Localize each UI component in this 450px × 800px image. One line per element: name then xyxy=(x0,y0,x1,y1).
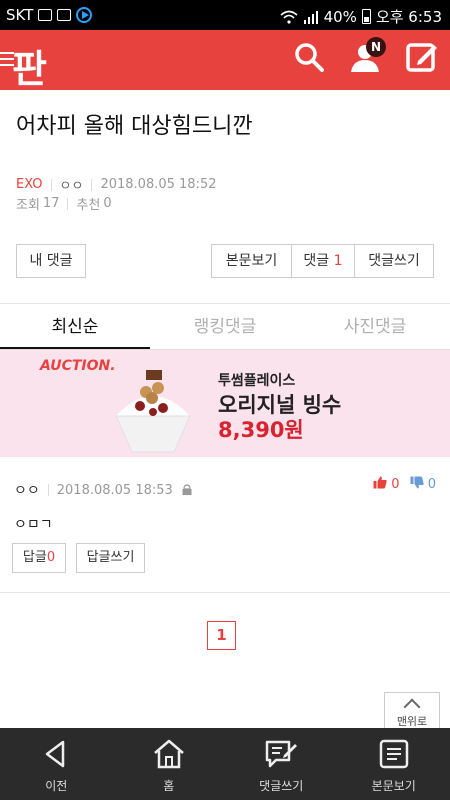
ad-brand: AUCTION. xyxy=(40,358,116,374)
document-icon xyxy=(379,739,408,769)
meta-divider xyxy=(67,197,69,210)
section-divider xyxy=(0,592,450,593)
bingsu-image xyxy=(115,370,191,453)
downvote-button[interactable]: 0 xyxy=(410,476,436,492)
nav-view-post-label: 본문보기 xyxy=(371,779,416,793)
views-label: 조회 xyxy=(16,198,40,213)
upvote-button[interactable]: 0 xyxy=(373,476,400,492)
nav-write-comment[interactable]: 댓글쓰기 xyxy=(225,728,338,800)
recommend-label: 추천 xyxy=(76,198,101,213)
comment-edit-icon xyxy=(266,740,298,768)
clock: 오후 6:53 xyxy=(375,8,442,26)
app-header: 판 N xyxy=(0,30,450,93)
report-icon[interactable] xyxy=(181,484,193,496)
nav-home-label: 홈 xyxy=(163,779,175,793)
post-meta: EXO ㅇㅇ 2018.08.05 18:52 xyxy=(16,175,216,194)
pann-logo[interactable]: 판 xyxy=(12,38,47,93)
page-number-current[interactable]: 1 xyxy=(207,621,236,650)
nav-back-label: 이전 xyxy=(45,779,68,793)
post-category[interactable]: EXO xyxy=(16,177,43,192)
meta-divider xyxy=(47,484,49,496)
post-author: ㅇㅇ xyxy=(59,179,84,194)
comment-tabs: 최신순 랭킹댓글 사진댓글 xyxy=(0,305,450,350)
battery-percent: 40% xyxy=(323,7,357,26)
chevron-up-icon xyxy=(403,698,421,716)
thumbs-up-icon xyxy=(373,476,387,489)
write-reply-button[interactable]: 답글쓰기 xyxy=(76,543,145,573)
status-bar: SKT 40% 오후 6:53 xyxy=(0,0,450,30)
tab-latest[interactable]: 최신순 xyxy=(0,305,150,349)
play-icon xyxy=(76,7,93,23)
reply-count: 0 xyxy=(46,550,56,565)
back-triangle-icon xyxy=(46,740,65,768)
edit-icon xyxy=(406,43,437,72)
back-to-top-label: 맨위로 xyxy=(396,715,428,728)
reply-button[interactable]: 답글0 xyxy=(12,543,66,573)
section-divider xyxy=(0,303,450,304)
nav-view-post[interactable]: 본문보기 xyxy=(338,728,450,800)
comment-body: ㅇㅁㄱ xyxy=(14,517,53,533)
nav-back[interactable]: 이전 xyxy=(0,728,113,800)
back-to-top-button[interactable]: 맨위로 xyxy=(384,692,440,732)
bottom-nav: 이전 홈 댓글쓰기 본문보기 xyxy=(0,728,450,800)
write-comment-button[interactable]: 댓글쓰기 xyxy=(354,244,434,278)
tab-ranking[interactable]: 랭킹댓글 xyxy=(150,305,300,349)
battery-icon xyxy=(361,9,371,24)
write-post-button[interactable] xyxy=(405,40,445,80)
upvote-count: 0 xyxy=(391,477,400,492)
comment-author: ㅇㅇ xyxy=(14,483,40,499)
tab-photo[interactable]: 사진댓글 xyxy=(300,305,450,349)
pann-app-icon xyxy=(57,9,72,21)
comments-label: 댓글 xyxy=(303,253,330,269)
wifi-icon xyxy=(280,10,298,24)
ad-price: 8,390원 xyxy=(218,418,304,442)
views-count: 17 xyxy=(42,196,60,211)
post-datetime: 2018.08.05 18:52 xyxy=(100,177,217,192)
post-stats: 조회 17 추천 0 xyxy=(16,194,112,213)
nav-write-comment-label: 댓글쓰기 xyxy=(259,779,304,793)
comments-count: 1 xyxy=(333,253,343,269)
signal-icon xyxy=(303,10,318,24)
notification-badge: N xyxy=(366,37,386,57)
search-button[interactable] xyxy=(292,40,332,80)
home-icon xyxy=(153,739,184,769)
post-title: 어차피 올해 대상힘드니깐 xyxy=(16,114,253,139)
my-comments-button[interactable]: 내 댓글 xyxy=(16,244,86,278)
recommend-count: 0 xyxy=(103,196,112,211)
meta-divider xyxy=(91,178,93,191)
comment-votes: 0 0 xyxy=(373,476,436,492)
meta-divider xyxy=(50,178,52,191)
view-post-button[interactable]: 본문보기 xyxy=(211,244,292,278)
reply-label: 답글 xyxy=(22,550,47,565)
user-button[interactable]: N xyxy=(348,37,388,80)
ad-banner[interactable]: AUCTION. 투썸플레이스 오리지널 빙수 8,390원 xyxy=(0,350,450,457)
carrier-label: SKT xyxy=(6,6,34,24)
comment-datetime: 2018.08.05 18:53 xyxy=(56,482,173,498)
thumbs-down-icon xyxy=(410,476,424,489)
gallery-icon xyxy=(38,9,53,21)
nav-home[interactable]: 홈 xyxy=(113,728,226,800)
downvote-count: 0 xyxy=(427,477,436,492)
comment-meta: ㅇㅇ 2018.08.05 18:53 xyxy=(14,480,193,500)
comments-button[interactable]: 댓글 1 xyxy=(291,244,355,278)
search-icon xyxy=(295,43,324,72)
ad-store: 투썸플레이스 xyxy=(218,373,296,389)
